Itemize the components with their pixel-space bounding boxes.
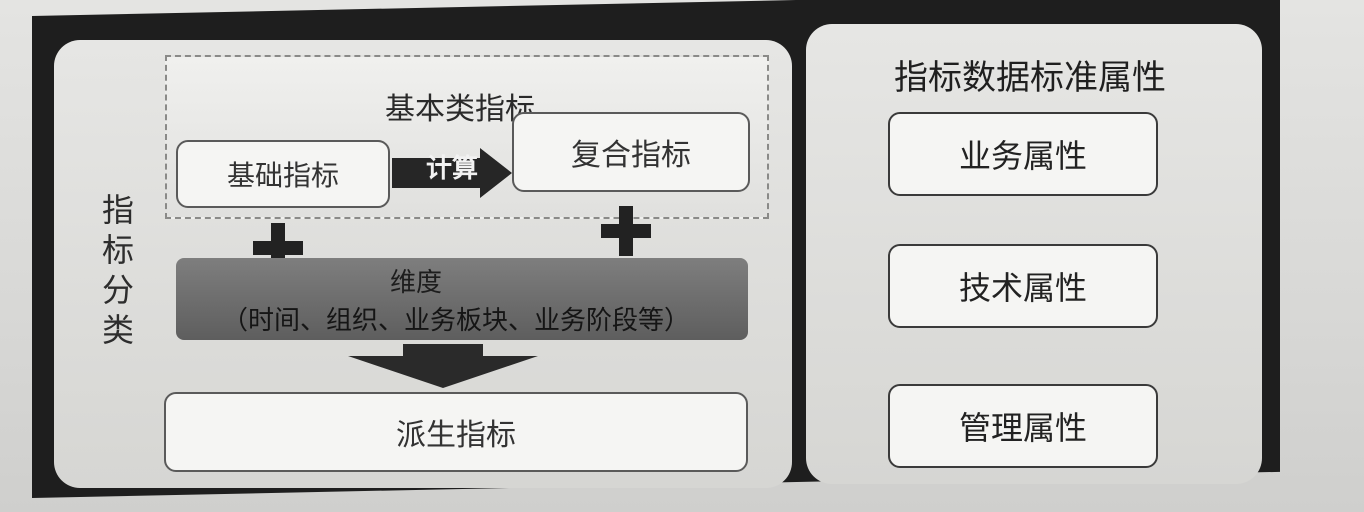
side-label-char: 分 — [101, 271, 134, 309]
dimension-title: 维度 — [389, 268, 442, 298]
side-label-char: 类 — [101, 311, 134, 349]
dimension-description: （时间、组织、业务板块、业务阶段等） — [221, 306, 690, 336]
indicator-classification-label: 指 标 分 类 — [100, 190, 136, 350]
management-attribute-box: 管理属性 — [888, 384, 1158, 468]
side-label-char: 指 — [101, 191, 134, 229]
calculation-label: 计算 — [425, 154, 478, 184]
derived-indicator-box: 派生指标 — [164, 392, 748, 472]
side-label-char: 标 — [101, 231, 134, 269]
technical-attribute-box: 技术属性 — [888, 244, 1158, 328]
plus-icon — [601, 206, 651, 256]
down-arrow-icon — [348, 344, 538, 388]
basic-indicator-box: 基础指标 — [176, 140, 390, 208]
business-attribute-box: 业务属性 — [888, 112, 1158, 196]
standard-attributes-title: 指标数据标准属性 — [894, 58, 1166, 98]
composite-indicator-box: 复合指标 — [512, 112, 750, 192]
